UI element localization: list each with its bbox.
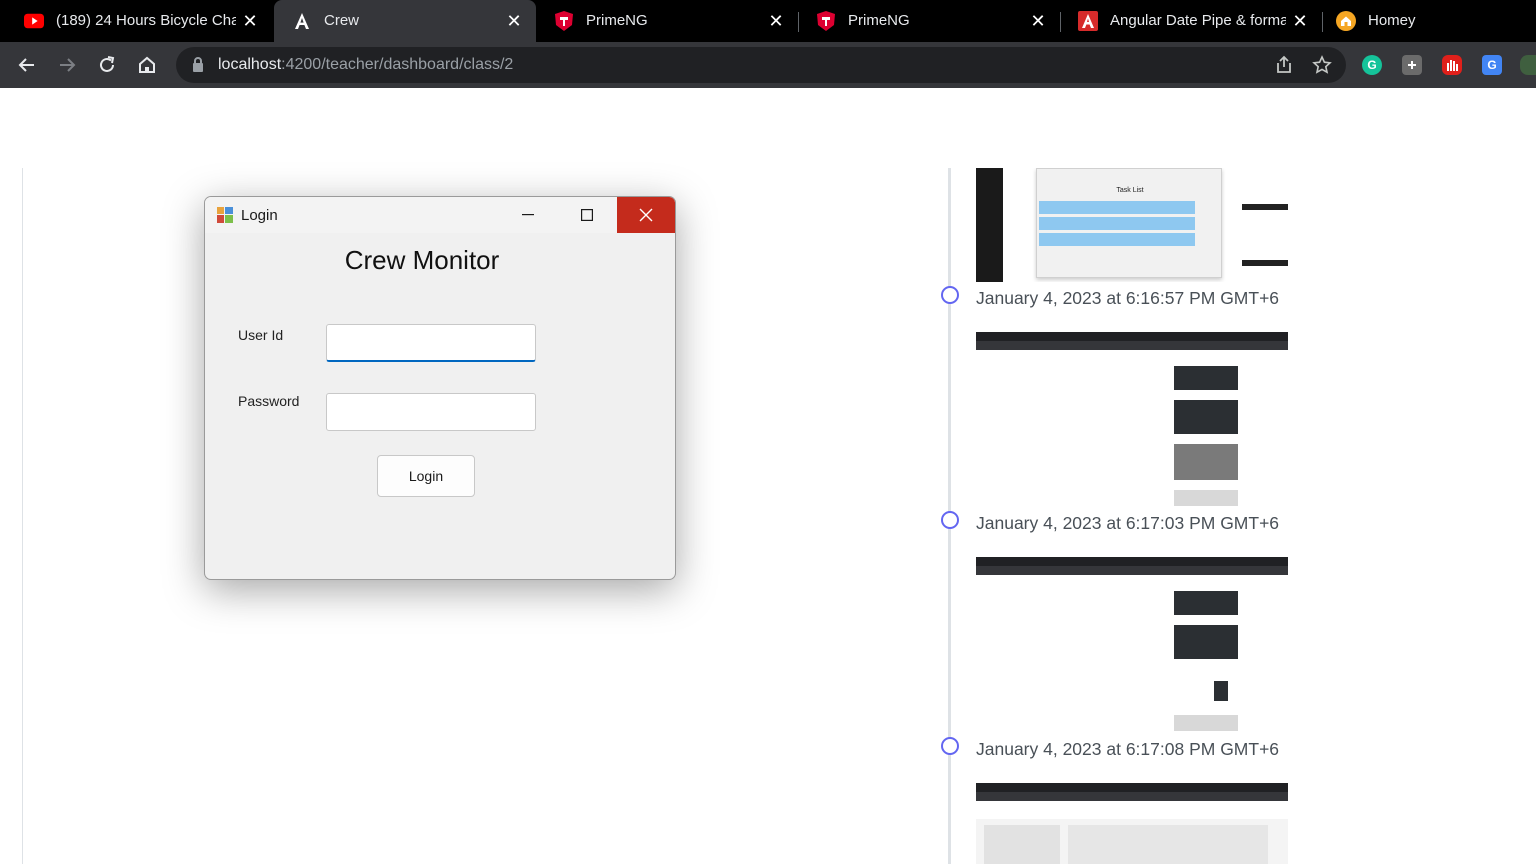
timeline-screenshot[interactable] [976, 557, 1288, 733]
bookmark-star-icon[interactable] [1312, 55, 1332, 80]
thumb-mini-screenshot [1174, 444, 1238, 480]
reload-icon[interactable] [95, 53, 119, 77]
tab-primeng-1[interactable]: PrimeNG ✕ [536, 0, 799, 42]
login-button[interactable]: Login [377, 455, 475, 497]
thumb-toolbar [976, 341, 1288, 350]
grammarly-icon[interactable]: G [1362, 55, 1382, 75]
close-icon[interactable]: ✕ [1028, 11, 1048, 31]
window-titlebar[interactable]: Login [205, 197, 675, 233]
thumb-tabbar [976, 557, 1288, 566]
login-window: Login Crew Monitor User Id Password Logi… [204, 196, 676, 580]
thumb-heading: Task List [1116, 187, 1144, 194]
minimize-button[interactable] [501, 197, 555, 233]
thumb-tabbar [976, 783, 1288, 792]
timeline-marker [941, 286, 959, 304]
thumb-mini-bar [1242, 260, 1288, 266]
timeline-date: January 4, 2023 at 6:17:03 PM GMT+6 [976, 513, 1280, 533]
content-divider [22, 168, 23, 864]
tab-homey[interactable]: Homey [1322, 0, 1536, 42]
timeline-marker [941, 511, 959, 529]
close-icon[interactable]: ✕ [1290, 11, 1310, 31]
thumb-window: Task List [1036, 168, 1222, 278]
adblock-icon[interactable] [1442, 55, 1462, 75]
youtube-icon [24, 11, 44, 31]
close-icon[interactable]: ✕ [240, 11, 260, 31]
timeline-screenshot[interactable]: Task List [976, 168, 1288, 282]
thumb-mini-screenshot [1174, 400, 1238, 434]
window-title: Login [241, 207, 278, 224]
tab-title: Angular Date Pipe & forma [1110, 12, 1286, 29]
back-icon[interactable] [15, 53, 39, 77]
tab-youtube[interactable]: (189) 24 Hours Bicycle Chall ✕ [6, 0, 272, 42]
primeng-icon [816, 11, 836, 31]
thumb-toolbar [976, 566, 1288, 575]
user-id-field[interactable] [326, 324, 536, 362]
primeng-icon [554, 11, 574, 31]
timeline-screenshot[interactable] [976, 783, 1288, 864]
thumb-mini-screenshot [1174, 591, 1238, 615]
thumb-header [976, 801, 1288, 819]
browser-toolbar: localhost:4200/teacher/dashboard/class/2… [0, 42, 1536, 88]
homey-icon [1336, 11, 1356, 31]
thumb-tabbar [976, 332, 1288, 341]
close-icon[interactable]: ✕ [504, 11, 524, 31]
tab-primeng-2[interactable]: PrimeNG ✕ [798, 0, 1061, 42]
address-bar[interactable]: localhost:4200/teacher/dashboard/class/2 [176, 47, 1346, 83]
timeline-date: January 4, 2023 at 6:16:57 PM GMT+6 [976, 288, 1280, 308]
app-heading: Crew Monitor [344, 245, 500, 275]
thumb-mini-screenshot [1174, 490, 1238, 506]
thumb-mini-screenshot [1174, 366, 1238, 390]
user-id-label: User Id [238, 327, 284, 343]
timeline-screenshot[interactable] [976, 332, 1288, 508]
share-icon[interactable] [1274, 55, 1294, 80]
password-label: Password [238, 393, 300, 409]
address-url: localhost:4200/teacher/dashboard/class/2 [218, 56, 513, 74]
forward-icon[interactable] [55, 53, 79, 77]
thumb-panel [1068, 825, 1268, 864]
timeline-date: January 4, 2023 at 6:17:08 PM GMT+6 [976, 739, 1280, 759]
lock-icon[interactable] [192, 57, 204, 78]
window-close-button[interactable] [617, 197, 675, 233]
app-icon [217, 207, 233, 223]
thumb-toolbar [976, 792, 1288, 801]
tab-title: Homey [1368, 12, 1416, 29]
tab-strip: (189) 24 Hours Bicycle Chall ✕ Crew ✕ Pr… [0, 0, 1536, 42]
close-icon[interactable]: ✕ [766, 11, 786, 31]
thumb-mini-screenshot [1214, 681, 1228, 701]
tab-title: Crew [324, 12, 360, 29]
tab-title: PrimeNG [586, 12, 648, 29]
thumb-row [1039, 233, 1195, 246]
extension-icon[interactable] [1402, 55, 1422, 75]
thumb-sidebar [976, 168, 1003, 282]
home-icon[interactable] [135, 53, 159, 77]
thumb-mini-bar [1242, 204, 1288, 210]
translate-icon[interactable]: G [1482, 55, 1502, 75]
thumb-mini-screenshot [1174, 715, 1238, 731]
address-host: localhost [218, 56, 282, 73]
maximize-button[interactable] [559, 197, 615, 233]
thumb-panel [984, 825, 1060, 864]
tab-crew[interactable]: Crew ✕ [274, 0, 536, 42]
password-field[interactable] [326, 393, 536, 431]
tab-angular-date-pipe[interactable]: Angular Date Pipe & forma ✕ [1060, 0, 1323, 42]
tab-title: PrimeNG [848, 12, 910, 29]
thumb-mini-screenshot [1174, 625, 1238, 659]
address-path: :4200/teacher/dashboard/class/2 [281, 56, 514, 73]
angular-icon [292, 11, 312, 31]
tab-title: (189) 24 Hours Bicycle Chall [56, 12, 236, 29]
thumb-row [1039, 201, 1195, 214]
page-content: Task List January 4, 2023 at 6:16:57 PM … [0, 88, 1536, 864]
pdf-icon [1078, 11, 1098, 31]
thumb-row [1039, 217, 1195, 230]
timeline-marker [941, 737, 959, 755]
extension-icon[interactable] [1520, 55, 1536, 75]
